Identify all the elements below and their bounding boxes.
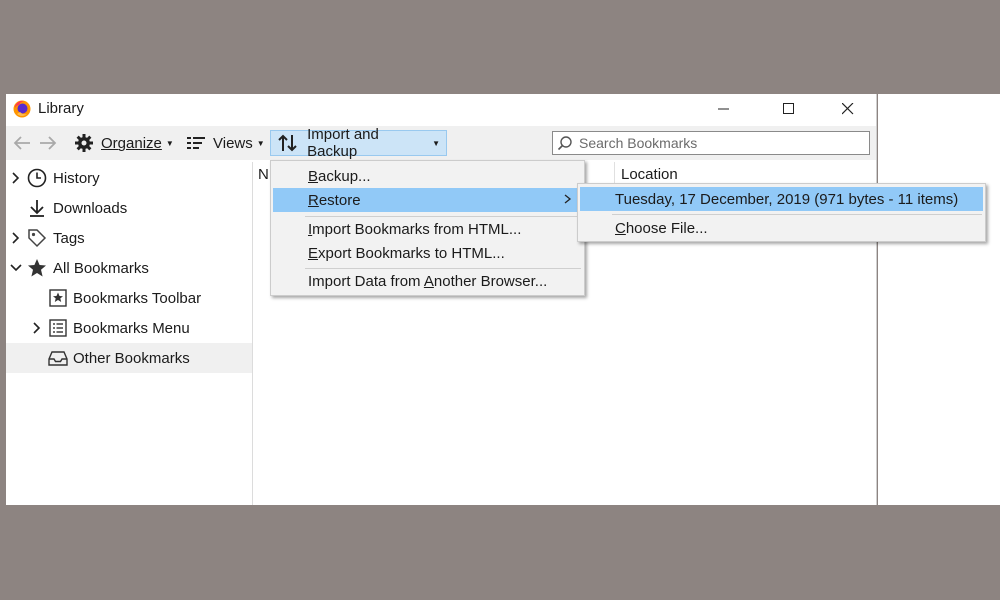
menu-item-backup[interactable]: Backup... xyxy=(273,164,582,188)
menu-item-restore[interactable]: Restore xyxy=(273,188,582,212)
sidebar-item-label: Bookmarks Toolbar xyxy=(73,289,202,307)
sidebar-item-label: Bookmarks Menu xyxy=(73,319,190,337)
library-window: Library Organize ▼ Views ▼ Import and Ba… xyxy=(6,94,877,505)
tray-icon xyxy=(48,348,68,368)
import-export-arrows-icon xyxy=(278,134,297,152)
menu-item-label: C xyxy=(615,219,626,237)
import-backup-menu: Backup... Restore Import Bookmarks from … xyxy=(270,160,585,296)
menu-item-export-html[interactable]: Export Bookmarks to HTML... xyxy=(273,241,582,265)
sidebar-item-bookmarks-toolbar[interactable]: Bookmarks Toolbar xyxy=(6,283,252,313)
menu-item-label: mport Bookmarks from HTML... xyxy=(312,220,522,238)
back-arrow-icon xyxy=(13,136,30,150)
bookmarks-toolbar-icon xyxy=(48,288,68,308)
menu-item-label: hoose File... xyxy=(625,219,708,237)
organize-label: Organize xyxy=(101,134,162,152)
menu-item-import-from-browser[interactable]: Import Data from Another Browser... xyxy=(273,269,582,293)
sidebar-item-tags[interactable]: Tags xyxy=(6,223,252,253)
minimize-icon xyxy=(718,108,729,110)
menu-item-label: Import Data from xyxy=(308,272,424,290)
menu-item-label: estore xyxy=(318,191,361,209)
close-button[interactable] xyxy=(825,94,871,124)
column-header-name[interactable]: N xyxy=(258,162,269,186)
download-icon xyxy=(27,198,47,218)
minimize-button[interactable] xyxy=(701,94,747,124)
sidebar-item-label: History xyxy=(53,169,100,187)
views-list-icon xyxy=(187,137,205,149)
chevron-right-icon[interactable] xyxy=(30,321,44,335)
gear-icon xyxy=(75,134,93,152)
menu-item-label: ackup... xyxy=(318,167,371,185)
menu-item-label: E xyxy=(308,244,319,262)
back-button[interactable] xyxy=(10,131,34,155)
sidebar-item-label: Downloads xyxy=(53,199,128,217)
maximize-icon xyxy=(783,103,794,114)
clock-icon xyxy=(27,168,47,188)
search-icon xyxy=(557,136,572,151)
menu-item-import-html[interactable]: Import Bookmarks from HTML... xyxy=(273,217,582,241)
sidebar-item-other-bookmarks[interactable]: Other Bookmarks xyxy=(6,343,252,373)
menu-item-label: R xyxy=(308,191,319,209)
sidebar-item-downloads[interactable]: Downloads xyxy=(6,193,252,223)
search-box[interactable] xyxy=(552,131,870,155)
sidebar-tree: History Downloads Tags All Bookmarks Boo… xyxy=(6,162,253,505)
chevron-right-icon[interactable] xyxy=(9,171,23,185)
menu-item-label: xport Bookmarks to HTML... xyxy=(318,244,505,262)
sidebar-item-label: All Bookmarks xyxy=(53,259,149,277)
chevron-right-icon xyxy=(564,193,572,207)
menu-item-label: nother Browser... xyxy=(433,272,548,290)
chevron-down-icon: ▼ xyxy=(256,138,265,148)
menu-item-choose-file[interactable]: Choose File... xyxy=(580,216,983,240)
sidebar-item-all-bookmarks[interactable]: All Bookmarks xyxy=(6,253,252,283)
sidebar-item-label: Other Bookmarks xyxy=(73,349,190,367)
forward-arrow-icon xyxy=(40,136,57,150)
chevron-down-icon[interactable] xyxy=(9,261,23,275)
restore-submenu: Tuesday, 17 December, 2019 (971 bytes - … xyxy=(577,183,986,242)
maximize-button[interactable] xyxy=(766,94,812,124)
import-and-backup-button[interactable]: Import and Backup ▼ xyxy=(270,126,447,160)
views-label: Views xyxy=(213,134,253,152)
search-input[interactable] xyxy=(577,134,861,152)
sidebar-item-bookmarks-menu[interactable]: Bookmarks Menu xyxy=(6,313,252,343)
menu-item-label: B xyxy=(308,167,319,185)
close-icon xyxy=(842,103,854,115)
background-window-strip xyxy=(878,94,1000,505)
sidebar-item-label: Tags xyxy=(53,229,85,247)
sidebar-item-history[interactable]: History xyxy=(6,163,252,193)
menu-item-label: A xyxy=(423,272,434,290)
views-button[interactable]: Views ▼ xyxy=(180,130,271,156)
bookmarks-menu-icon xyxy=(48,318,68,338)
toolbar: Organize ▼ Views ▼ Import and Backup ▼ xyxy=(6,126,876,160)
star-icon xyxy=(27,258,47,278)
chevron-right-icon[interactable] xyxy=(9,231,23,245)
chevron-down-icon: ▼ xyxy=(432,138,440,148)
import-and-backup-label: Import and Backup xyxy=(307,126,379,160)
organize-button[interactable]: Organize ▼ xyxy=(68,130,180,156)
menu-separator xyxy=(612,214,982,215)
menu-item-label: Tuesday, 17 December, 2019 (971 bytes - … xyxy=(615,190,959,208)
forward-button[interactable] xyxy=(36,131,60,155)
menu-item-restore-backup-entry[interactable]: Tuesday, 17 December, 2019 (971 bytes - … xyxy=(580,187,983,211)
window-title: Library xyxy=(38,100,84,117)
firefox-logo-icon xyxy=(12,99,32,119)
tag-icon xyxy=(27,228,47,248)
chevron-down-icon: ▼ xyxy=(165,138,174,148)
title-bar: Library xyxy=(6,94,876,124)
